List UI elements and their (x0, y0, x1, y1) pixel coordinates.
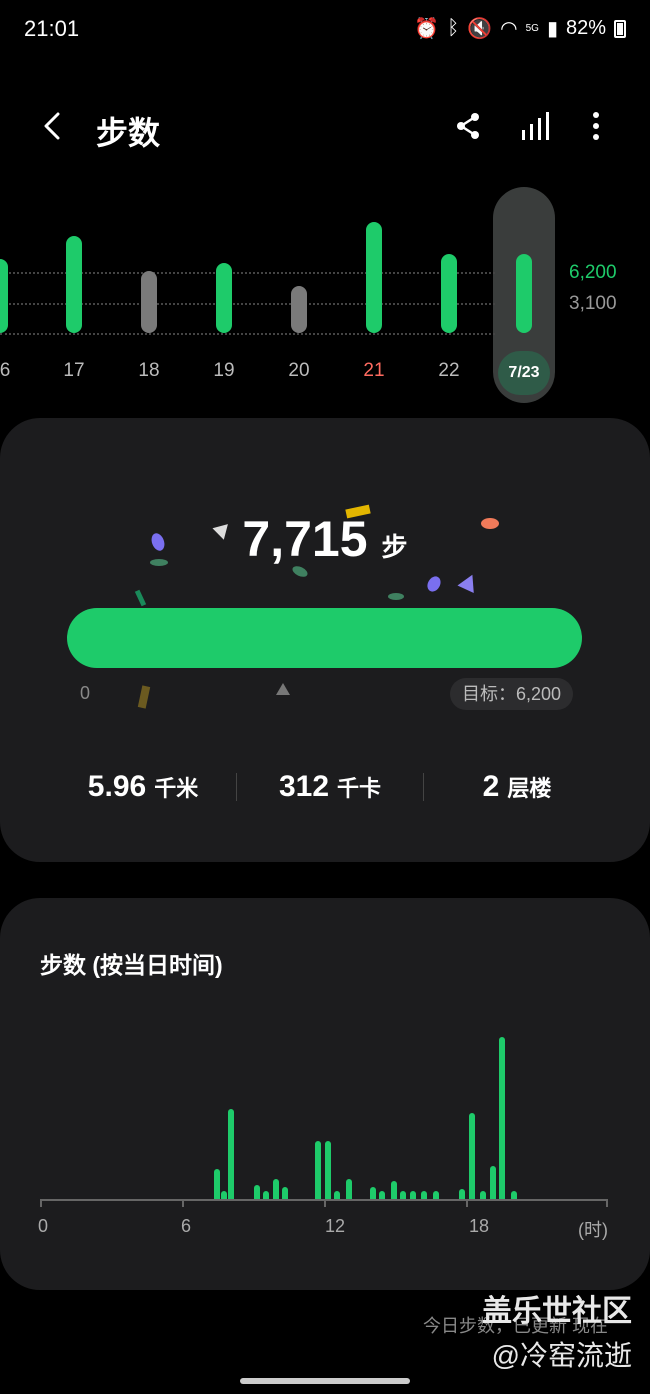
hourly-step-bar (272, 1179, 279, 1199)
x-axis-unit: (时) (578, 1220, 608, 1240)
share-icon[interactable] (452, 110, 484, 142)
hourly-step-bar (369, 1187, 376, 1199)
hourly-step-bar (421, 1191, 428, 1199)
step-unit: 步 (381, 532, 408, 562)
status-icons: ⏰ ᛒ 🔇 ◠ 5G ▮ 82% (414, 16, 626, 41)
hourly-step-bar (409, 1191, 416, 1199)
floors-stat: 2 层楼 (424, 770, 610, 804)
hourly-step-bar (220, 1191, 227, 1199)
progress-start-label: 0 (80, 683, 91, 703)
alarm-icon: ⏰ (414, 18, 440, 40)
calories-value: 312 (278, 770, 330, 803)
x-tick-label: 18 (469, 1216, 490, 1236)
hourly-step-bar (499, 1037, 506, 1199)
step-count: 7,715 (242, 511, 368, 567)
x-tick-label: 6 (181, 1216, 192, 1236)
day-step-bar[interactable] (366, 221, 382, 333)
chart-icon[interactable] (519, 110, 551, 142)
base-gridline (0, 333, 495, 335)
day-step-bar[interactable] (291, 286, 307, 333)
hourly-step-bar (390, 1181, 397, 1199)
signal-icon: ▮ (546, 18, 558, 40)
day-step-bar[interactable] (441, 253, 457, 333)
bluetooth-icon: ᛒ (447, 17, 460, 39)
mute-icon: 🔇 (467, 18, 493, 40)
day-label[interactable]: 17 (54, 360, 94, 382)
axis-tick (466, 1199, 468, 1207)
distance-value: 5.96 (87, 770, 147, 803)
day-step-bar[interactable] (0, 258, 8, 333)
network-label: 5G (525, 23, 539, 34)
day-label[interactable]: 22 (429, 360, 469, 382)
home-indicator[interactable] (240, 1378, 410, 1384)
goal-badge[interactable]: 目标：6,200 (450, 678, 574, 710)
half-level-label: 3,100 (569, 293, 617, 314)
back-arrow-icon[interactable] (38, 110, 70, 142)
watermark-title: 盖乐世社区 (482, 1295, 632, 1328)
day-step-bar[interactable] (216, 262, 232, 333)
weekly-chart: 6 17 18 19 20 21 22 7/23 6,200 3,100 (0, 185, 650, 405)
distance-unit: 千米 (154, 776, 199, 801)
axis-tick (324, 1199, 326, 1207)
step-progress-bar (67, 608, 582, 668)
x-tick-label: 0 (38, 1216, 49, 1236)
hourly-step-bar (334, 1191, 341, 1199)
activity-stats: 5.96 千米 312 千卡 2 层楼 (50, 770, 610, 804)
hourly-step-bar (511, 1191, 518, 1199)
day-step-bar[interactable] (141, 270, 157, 333)
app-bar: 步数 (0, 98, 650, 158)
day-step-bar[interactable] (516, 253, 532, 333)
axis-tick (182, 1199, 184, 1207)
hourly-step-bar (459, 1189, 466, 1199)
hourly-step-bar (433, 1191, 440, 1199)
battery-icon (614, 19, 626, 38)
hourly-step-bar (489, 1166, 496, 1199)
today-steps: 7,715 步 (0, 510, 650, 568)
hourly-step-bar (253, 1185, 260, 1199)
floors-value: 2 (482, 770, 500, 803)
hourly-step-bar (324, 1141, 331, 1199)
hourly-step-bar (315, 1141, 322, 1199)
status-time: 21:01 (24, 16, 80, 41)
hourly-step-bar (480, 1191, 487, 1199)
x-tick-label: 12 (325, 1216, 346, 1236)
hourly-step-bar (263, 1191, 270, 1199)
day-label[interactable]: 21 (354, 360, 394, 382)
hourly-step-bar (400, 1191, 407, 1199)
watermark-author: @冷窑流逝 (491, 1340, 632, 1371)
floors-unit: 层楼 (507, 776, 552, 801)
confetti-decoration (276, 683, 290, 695)
hourly-step-bar (282, 1187, 289, 1199)
day-step-bar[interactable] (66, 236, 82, 333)
calories-unit: 千卡 (337, 776, 382, 801)
page-title: 步数 (96, 115, 161, 151)
hourly-step-bar (228, 1109, 235, 1199)
axis-tick (40, 1199, 42, 1207)
day-label[interactable]: 18 (129, 360, 169, 382)
day-label[interactable]: 6 (0, 360, 25, 382)
selected-day-label[interactable]: 7/23 (498, 351, 550, 395)
hourly-step-bar (345, 1179, 352, 1199)
calories-stat: 312 千卡 (237, 770, 423, 804)
distance-stat: 5.96 千米 (50, 770, 236, 804)
battery-percent: 82% (565, 17, 606, 39)
day-label[interactable]: 20 (279, 360, 319, 382)
status-bar: 21:01 ⏰ ᛒ 🔇 ◠ 5G ▮ 82% (0, 0, 650, 58)
more-options-icon[interactable] (580, 110, 612, 142)
confetti-decoration (388, 593, 404, 600)
axis-tick (606, 1199, 608, 1207)
hourly-step-bar (378, 1191, 385, 1199)
goal-level-label: 6,200 (569, 262, 617, 283)
day-label[interactable]: 19 (204, 360, 244, 382)
hourly-step-bar (213, 1169, 220, 1199)
hourly-step-bar (468, 1113, 475, 1199)
wifi-icon: ◠ (500, 18, 518, 40)
hourly-chart-title: 步数 (按当日时间) (40, 952, 223, 978)
